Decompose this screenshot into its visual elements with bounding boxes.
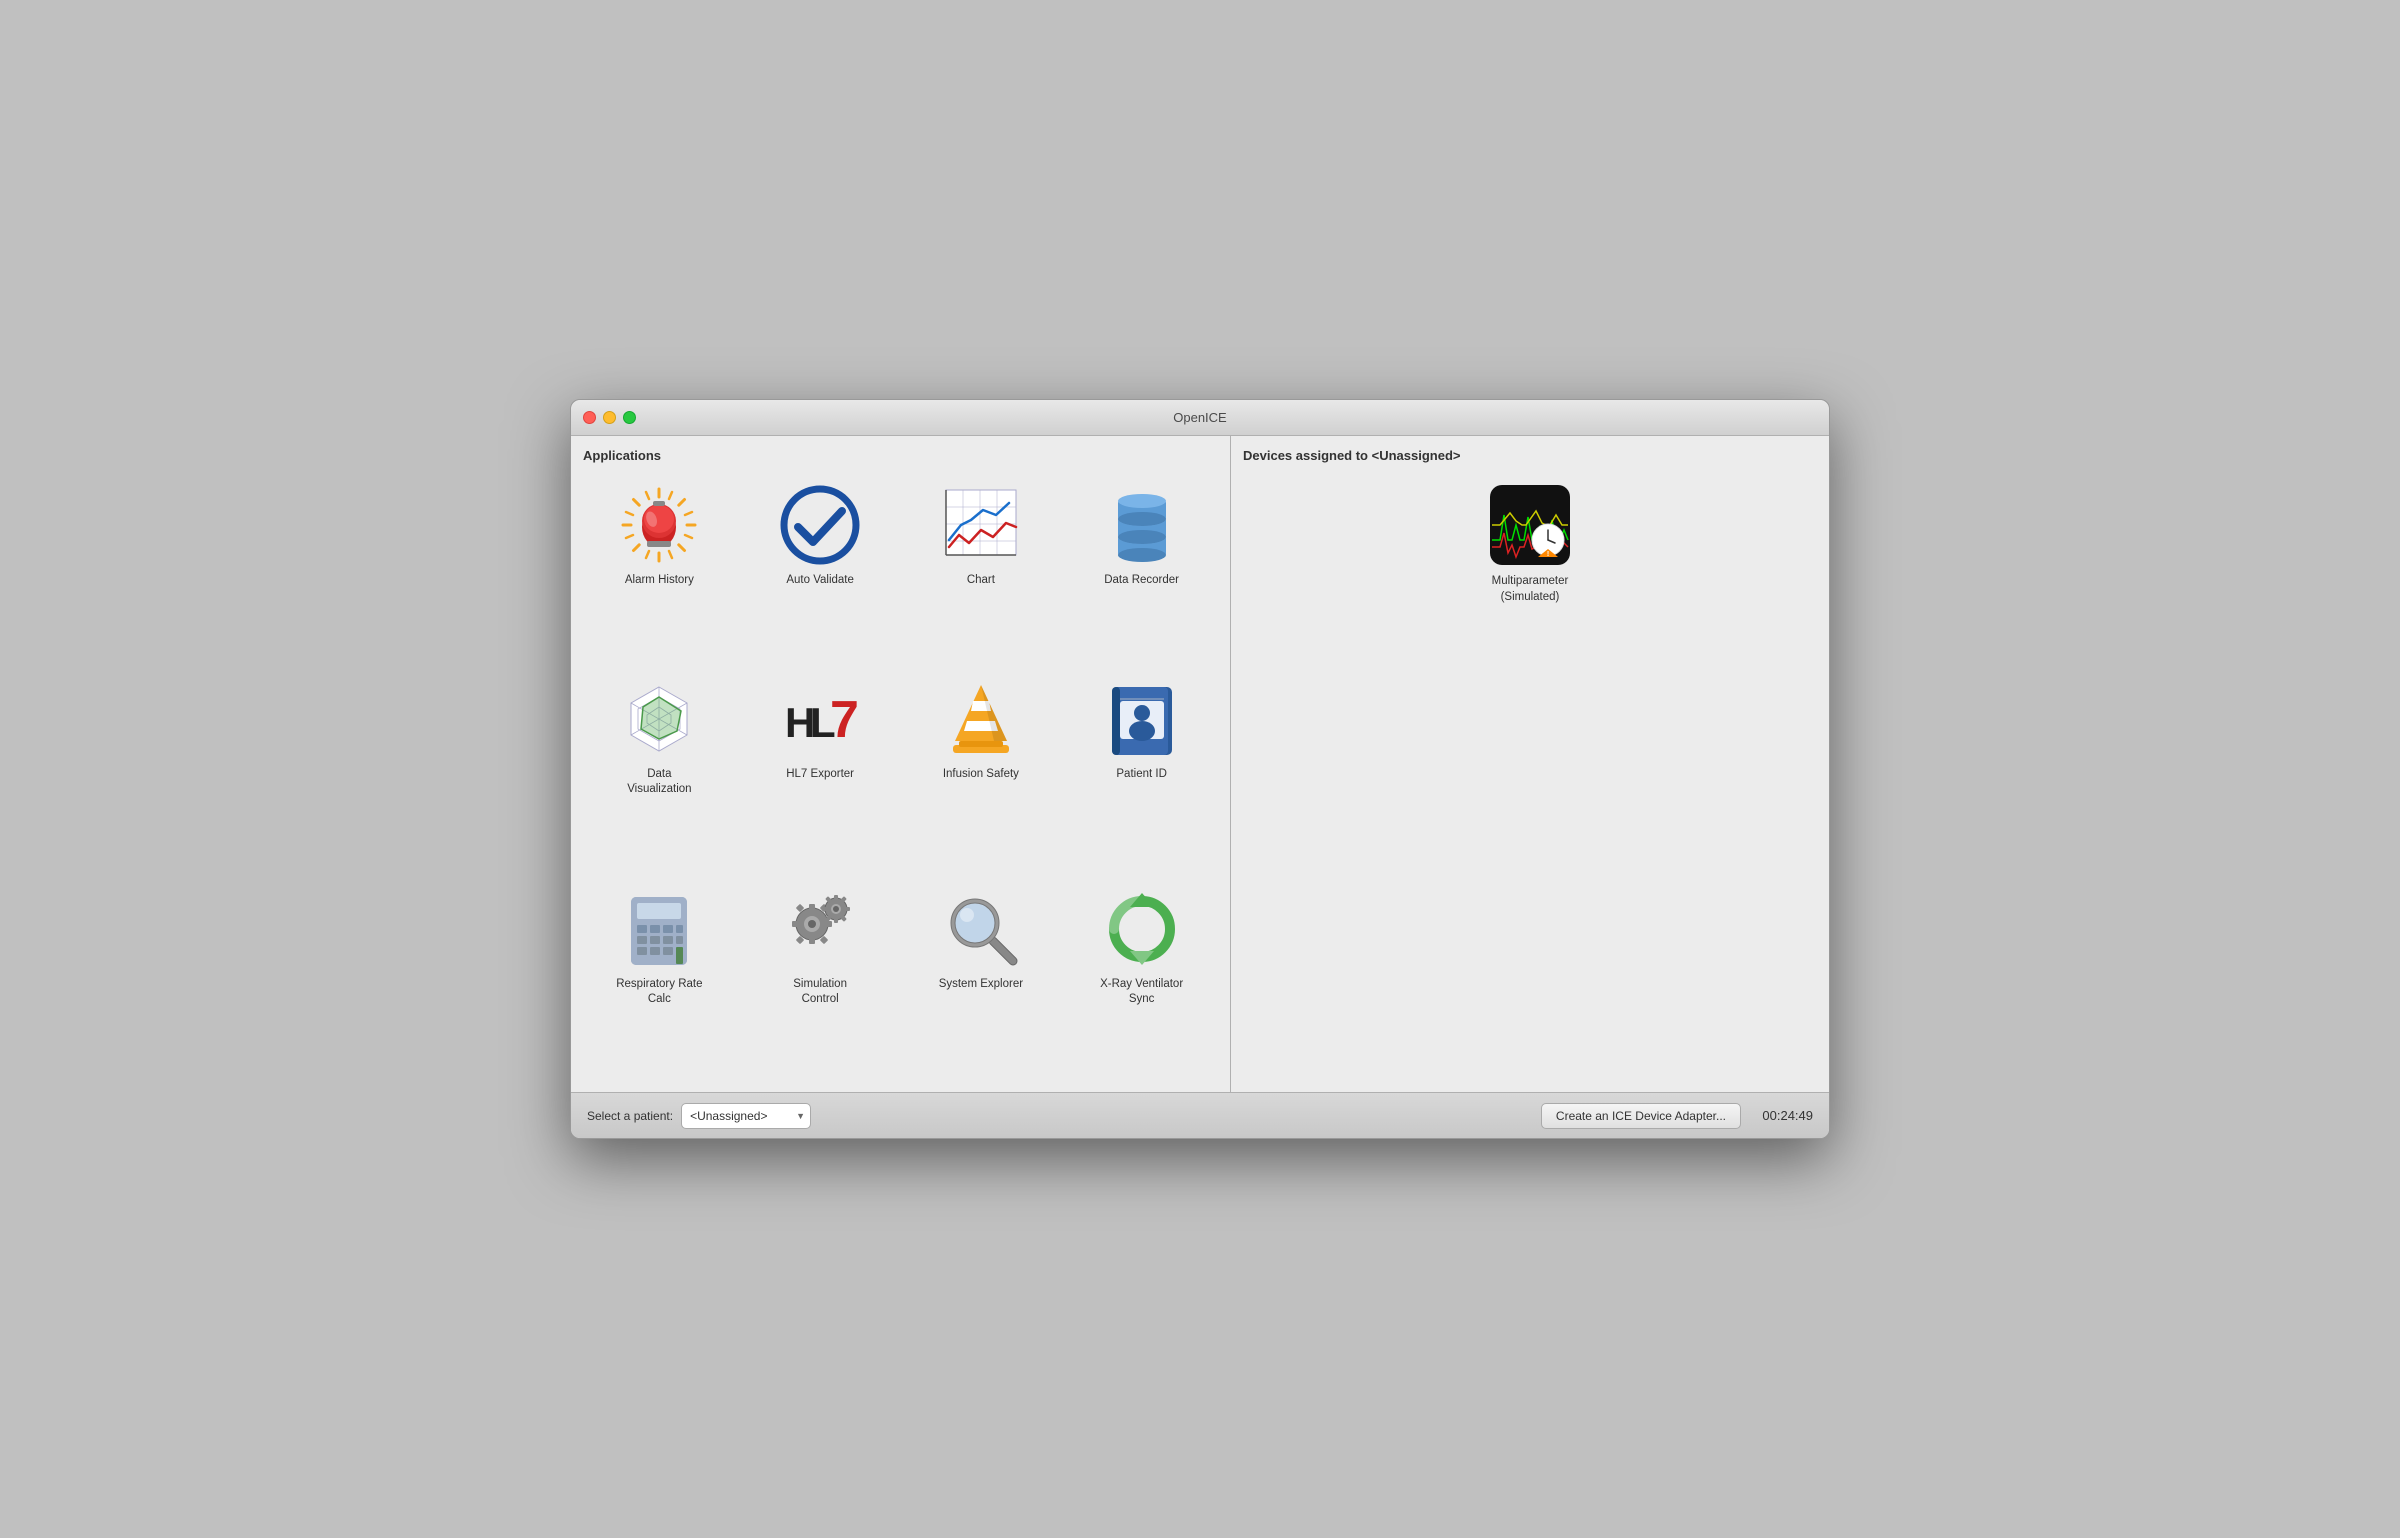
infusion-safety-label: Infusion Safety <box>943 767 1019 782</box>
timer-display: 00:24:49 <box>1753 1108 1813 1123</box>
system-explorer-label: System Explorer <box>939 977 1023 992</box>
app-data-visualization[interactable]: DataVisualization <box>583 669 736 870</box>
title-bar: OpenICE <box>571 400 1829 436</box>
applications-title: Applications <box>583 448 1218 463</box>
auto-validate-label: Auto Validate <box>786 573 854 588</box>
chart-icon <box>941 485 1021 565</box>
patient-select-group: Select a patient: <Unassigned> <box>587 1103 811 1129</box>
infusion-safety-icon <box>941 679 1021 759</box>
respiratory-rate-calc-icon <box>619 889 699 969</box>
app-chart[interactable]: Chart <box>905 475 1058 661</box>
app-data-recorder[interactable]: Data Recorder <box>1065 475 1218 661</box>
xray-ventilator-sync-label: X-Ray VentilatorSync <box>1100 977 1183 1007</box>
chart-label: Chart <box>967 573 995 588</box>
patient-id-label: Patient ID <box>1116 767 1167 782</box>
simulation-control-label: SimulationControl <box>793 977 847 1007</box>
device-multiparameter-simulated[interactable]: ! Multiparameter(Simulated) <box>1243 475 1817 615</box>
patient-select[interactable]: <Unassigned> <box>681 1103 811 1129</box>
apps-grid: Alarm History Auto Validate <box>583 475 1218 1080</box>
app-xray-ventilator-sync[interactable]: X-Ray VentilatorSync <box>1065 879 1218 1080</box>
bottom-bar: Select a patient: <Unassigned> Create an… <box>571 1092 1829 1138</box>
svg-text:7: 7 <box>830 691 859 749</box>
patient-select-wrapper: <Unassigned> <box>681 1103 811 1129</box>
xray-ventilator-sync-icon <box>1102 889 1182 969</box>
select-patient-label: Select a patient: <box>587 1109 673 1123</box>
window-title: OpenICE <box>1173 410 1226 425</box>
app-patient-id[interactable]: Patient ID <box>1065 669 1218 870</box>
minimize-button[interactable] <box>603 411 616 424</box>
device-multiparameter-label: Multiparameter(Simulated) <box>1492 573 1569 605</box>
alarm-history-icon <box>619 485 699 565</box>
left-panel: Applications <box>571 436 1231 1092</box>
hl7-exporter-label: HL7 Exporter <box>786 767 854 782</box>
data-recorder-icon <box>1102 485 1182 565</box>
app-auto-validate[interactable]: Auto Validate <box>744 475 897 661</box>
system-explorer-icon <box>941 889 1021 969</box>
create-ice-device-adapter-button[interactable]: Create an ICE Device Adapter... <box>1541 1103 1741 1129</box>
main-content: Applications <box>571 436 1829 1092</box>
svg-text:!: ! <box>1547 551 1549 558</box>
device-multiparameter-icon: ! <box>1490 485 1570 565</box>
app-infusion-safety[interactable]: Infusion Safety <box>905 669 1058 870</box>
hl7-exporter-icon: H L 7 <box>780 679 860 759</box>
patient-id-icon <box>1102 679 1182 759</box>
app-alarm-history[interactable]: Alarm History <box>583 475 736 661</box>
main-window: OpenICE Applications <box>570 399 1830 1139</box>
respiratory-rate-calc-label: Respiratory RateCalc <box>616 977 702 1007</box>
data-visualization-label: DataVisualization <box>627 767 691 797</box>
app-respiratory-rate-calc[interactable]: Respiratory RateCalc <box>583 879 736 1080</box>
simulation-control-icon <box>780 889 860 969</box>
auto-validate-icon <box>780 485 860 565</box>
devices-title: Devices assigned to <Unassigned> <box>1243 448 1817 463</box>
right-panel: Devices assigned to <Unassigned> <box>1231 436 1829 1092</box>
data-visualization-icon <box>619 679 699 759</box>
close-button[interactable] <box>583 411 596 424</box>
data-recorder-label: Data Recorder <box>1104 573 1179 588</box>
alarm-history-label: Alarm History <box>625 573 694 588</box>
app-system-explorer[interactable]: System Explorer <box>905 879 1058 1080</box>
maximize-button[interactable] <box>623 411 636 424</box>
app-simulation-control[interactable]: SimulationControl <box>744 879 897 1080</box>
traffic-lights <box>583 411 636 424</box>
app-hl7-exporter[interactable]: H L 7 HL7 Exporter <box>744 669 897 870</box>
